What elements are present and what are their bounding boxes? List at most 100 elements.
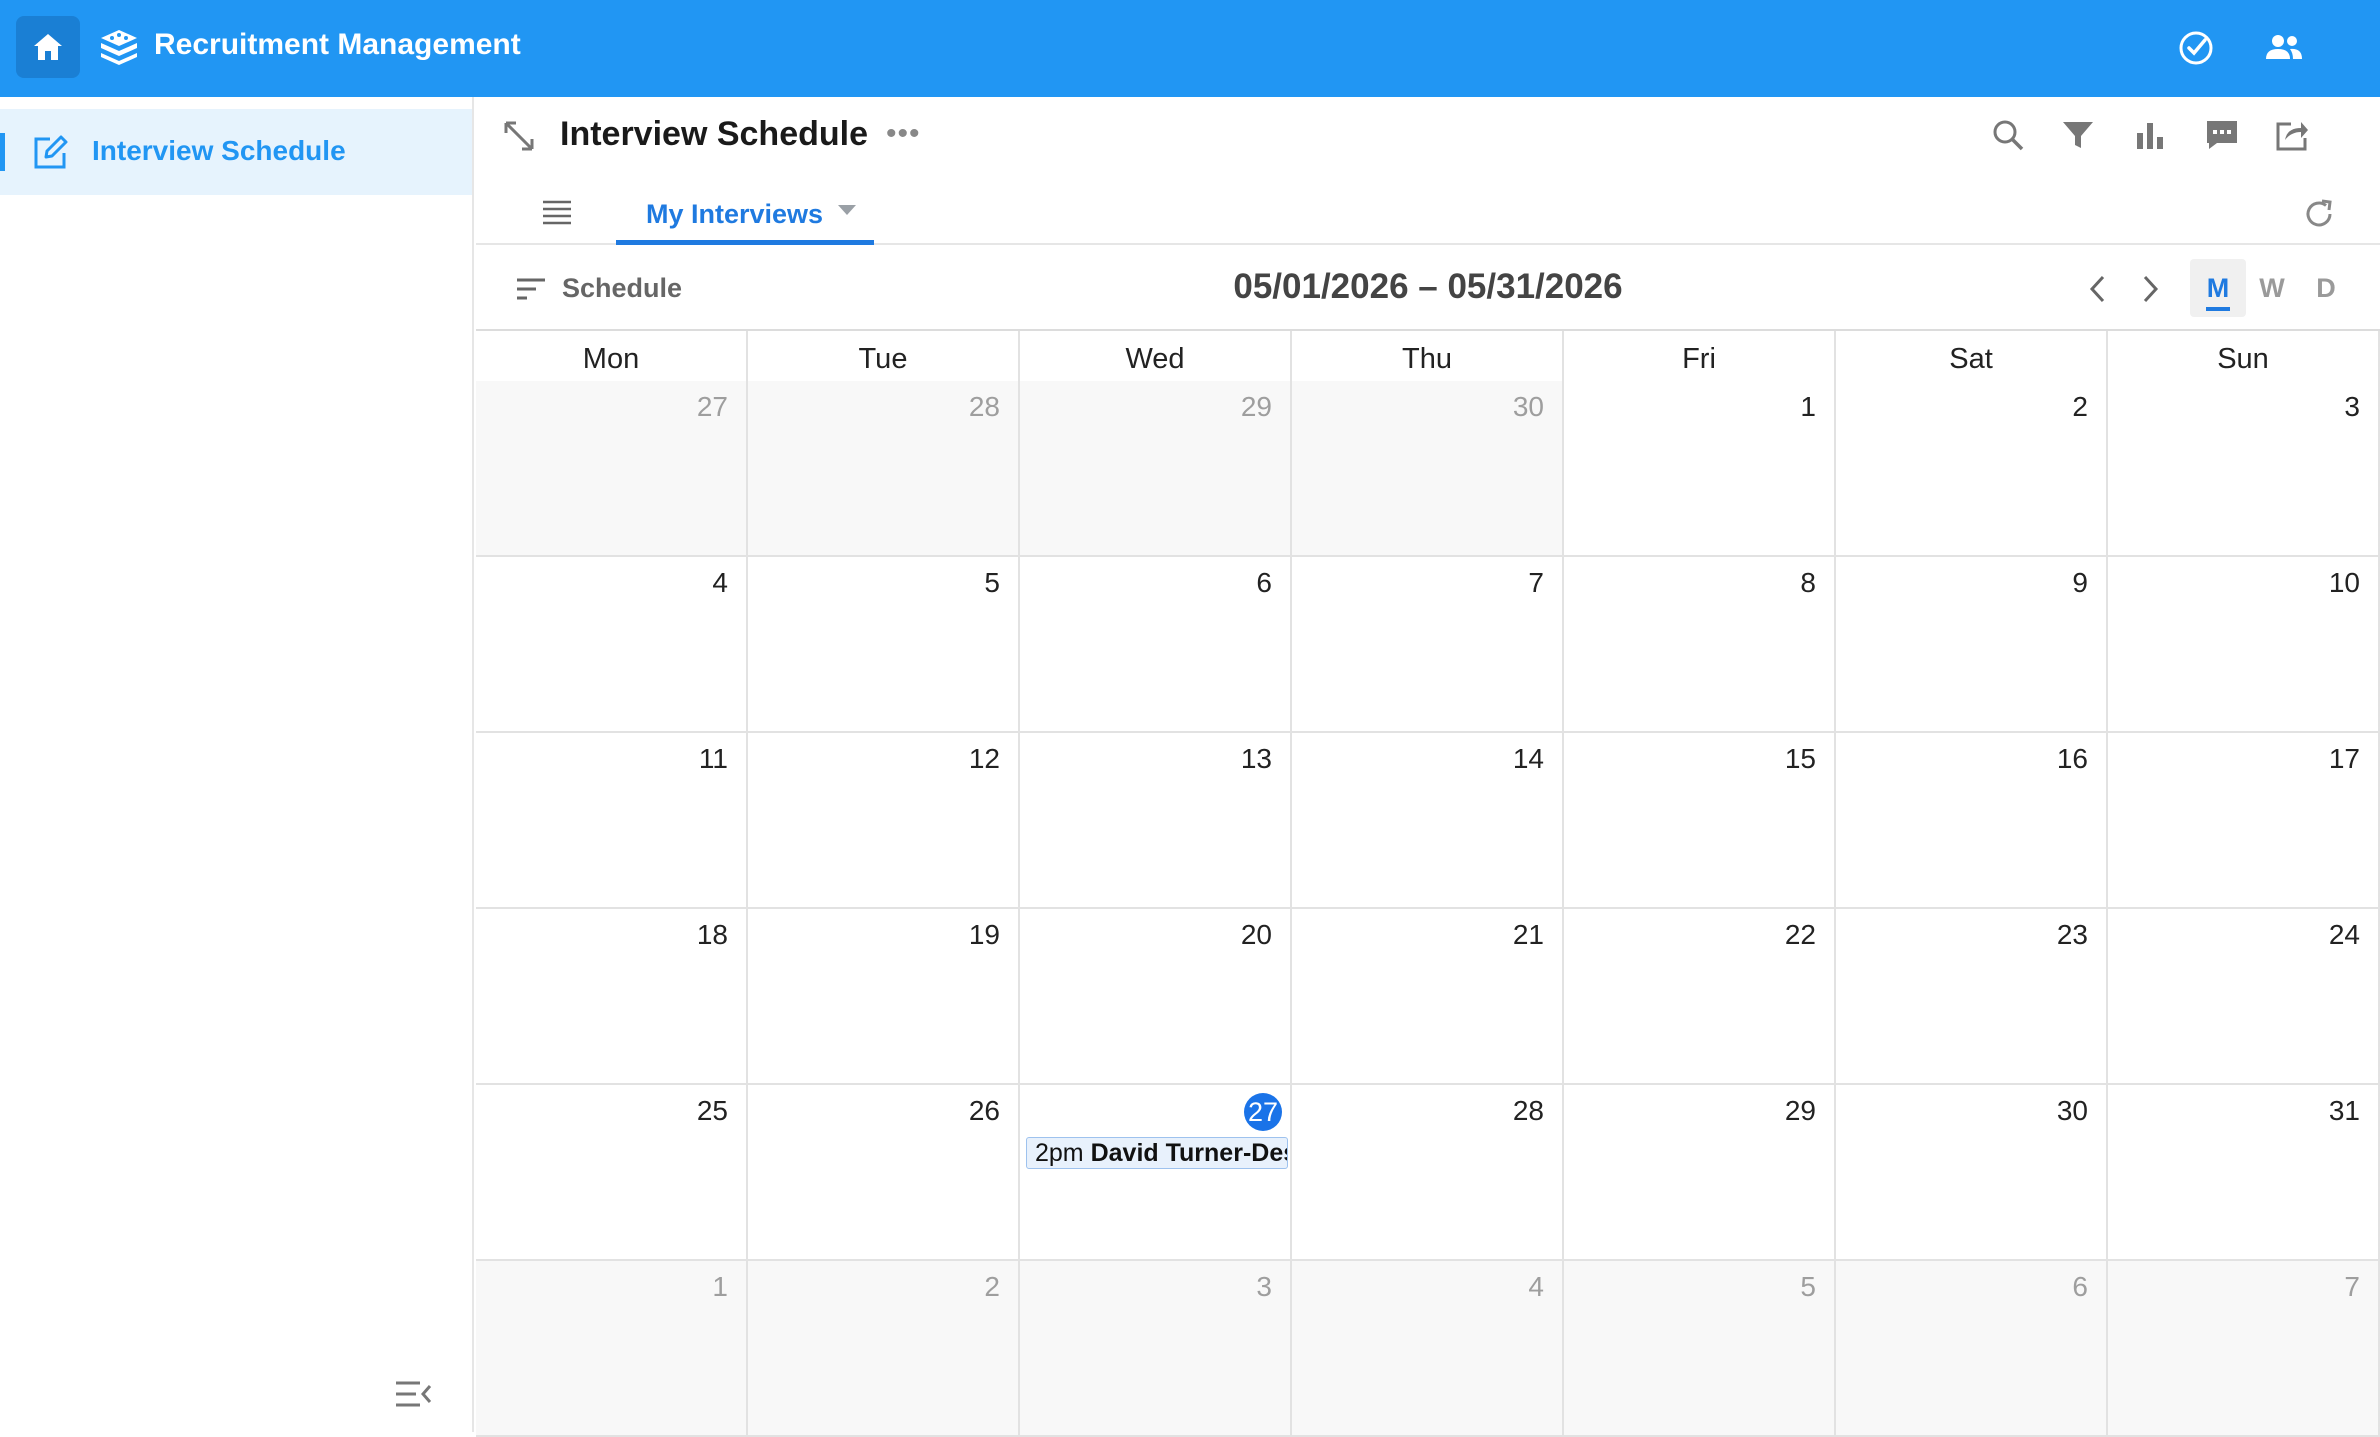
- day-cell[interactable]: 17: [2108, 733, 2380, 909]
- day-cell[interactable]: 4: [476, 557, 748, 733]
- day-cell[interactable]: 18: [476, 909, 748, 1085]
- chevron-right-icon[interactable]: [2132, 269, 2168, 309]
- sort-icon[interactable]: [516, 277, 546, 301]
- month-calendar: Mon Tue Wed Thu Fri Sat Sun 27 28 29 30 1 2 3 4 5 6 7 8 9 1…: [476, 331, 2380, 1437]
- day-cell[interactable]: 2: [748, 1261, 1020, 1437]
- tab-my-interviews[interactable]: My Interviews: [616, 181, 874, 245]
- day-cell[interactable]: 28: [748, 381, 1020, 557]
- day-cell[interactable]: 11: [476, 733, 748, 909]
- day-cell[interactable]: 30: [1292, 381, 1564, 557]
- comment-icon[interactable]: [2202, 115, 2242, 155]
- day-cell[interactable]: 16: [1836, 733, 2108, 909]
- chart-icon[interactable]: [2130, 115, 2170, 155]
- weekday-label: Wed: [1020, 331, 1292, 381]
- day-cell[interactable]: 29: [1020, 381, 1292, 557]
- day-cell[interactable]: 28: [1292, 1085, 1564, 1261]
- day-cell[interactable]: 7: [1292, 557, 1564, 733]
- calendar-event[interactable]: 2pm David Turner-Des: [1026, 1137, 1288, 1169]
- date-number: 23: [2056, 919, 2088, 950]
- day-cell[interactable]: 19: [748, 909, 1020, 1085]
- search-icon[interactable]: [1988, 115, 2028, 155]
- list-icon[interactable]: [542, 199, 572, 225]
- date-number: 17: [2328, 743, 2360, 774]
- day-cell[interactable]: 20: [1020, 909, 1292, 1085]
- day-cell[interactable]: 31: [2108, 1085, 2380, 1261]
- day-cell[interactable]: 1: [476, 1261, 748, 1437]
- day-cell[interactable]: 4: [1292, 1261, 1564, 1437]
- day-cell[interactable]: 21: [1292, 909, 1564, 1085]
- view-tabs: My Interviews: [476, 181, 2380, 245]
- date-number: 28: [968, 391, 1000, 422]
- day-cell[interactable]: 25: [476, 1085, 748, 1261]
- sidebar-item-interview-schedule[interactable]: Interview Schedule: [0, 109, 472, 195]
- more-options-icon[interactable]: •••: [886, 117, 921, 151]
- main-panel: Interview Schedule ••• My Interviews Sch…: [476, 97, 2380, 1437]
- weekday-label: Sat: [1836, 331, 2108, 381]
- today-date-number: 27: [1244, 1093, 1282, 1131]
- date-number: 8: [1800, 567, 1816, 598]
- event-time: 2pm: [1035, 1139, 1084, 1167]
- event-title: David Turner-Des: [1090, 1139, 1288, 1167]
- home-icon: [34, 34, 62, 60]
- home-button[interactable]: [16, 16, 80, 78]
- date-number: 2: [2072, 391, 2088, 422]
- date-number: 9: [2072, 567, 2088, 598]
- active-indicator: [0, 133, 5, 171]
- collapse-sidebar-icon[interactable]: [394, 1377, 432, 1411]
- day-cell[interactable]: 5: [1564, 1261, 1836, 1437]
- month-view-button[interactable]: M: [2190, 259, 2246, 317]
- users-icon[interactable]: [2262, 26, 2306, 70]
- date-number: 26: [968, 1095, 1000, 1126]
- day-cell[interactable]: 12: [748, 733, 1020, 909]
- day-cell[interactable]: 2: [1836, 381, 2108, 557]
- day-cell[interactable]: 3: [1020, 1261, 1292, 1437]
- day-cell[interactable]: 23: [1836, 909, 2108, 1085]
- day-cell[interactable]: 29: [1564, 1085, 1836, 1261]
- day-cell[interactable]: 9: [1836, 557, 2108, 733]
- day-view-button[interactable]: D: [2298, 259, 2354, 317]
- day-cell[interactable]: 14: [1292, 733, 1564, 909]
- date-number: 5: [984, 567, 1000, 598]
- week-view-label: W: [2259, 272, 2285, 303]
- schedule-label[interactable]: Schedule: [562, 273, 682, 304]
- calendar-toolbar: Schedule 05/01/2026 – 05/31/2026 M W D: [476, 245, 2380, 331]
- date-number: 13: [1240, 743, 1272, 774]
- tasks-icon[interactable]: [2174, 26, 2218, 70]
- day-cell[interactable]: 8: [1564, 557, 1836, 733]
- filter-icon[interactable]: [2058, 115, 2098, 155]
- day-cell[interactable]: 6: [1020, 557, 1292, 733]
- day-cell[interactable]: 6: [1836, 1261, 2108, 1437]
- day-cell[interactable]: 7: [2108, 1261, 2380, 1437]
- date-number: 20: [1240, 919, 1272, 950]
- share-icon[interactable]: [2272, 115, 2312, 155]
- date-number: 2: [984, 1271, 1000, 1302]
- day-cell[interactable]: 15: [1564, 733, 1836, 909]
- day-cell[interactable]: 3: [2108, 381, 2380, 557]
- day-cell[interactable]: 30: [1836, 1085, 2108, 1261]
- date-number: 12: [968, 743, 1000, 774]
- week-view-button[interactable]: W: [2244, 259, 2300, 317]
- day-cell[interactable]: 27: [476, 381, 748, 557]
- day-cell[interactable]: 10: [2108, 557, 2380, 733]
- date-number: 30: [2056, 1095, 2088, 1126]
- date-number: 4: [1528, 1271, 1544, 1302]
- expand-icon[interactable]: [502, 119, 536, 153]
- day-cell[interactable]: 22: [1564, 909, 1836, 1085]
- page-title: Interview Schedule: [560, 115, 868, 153]
- date-number: 25: [696, 1095, 728, 1126]
- date-number: 18: [696, 919, 728, 950]
- date-number: 19: [968, 919, 1000, 950]
- day-cell[interactable]: 26: [748, 1085, 1020, 1261]
- chevron-down-icon[interactable]: [838, 205, 856, 215]
- edit-icon: [34, 135, 68, 169]
- day-cell[interactable]: 13: [1020, 733, 1292, 909]
- tab-label: My Interviews: [646, 199, 824, 229]
- day-cell[interactable]: 27 2pm David Turner-Des: [1020, 1085, 1292, 1261]
- day-cell[interactable]: 1: [1564, 381, 1836, 557]
- weekday-label: Sun: [2108, 331, 2380, 381]
- chevron-left-icon[interactable]: [2080, 269, 2116, 309]
- weekday-header: Mon Tue Wed Thu Fri Sat Sun: [476, 331, 2380, 381]
- refresh-icon[interactable]: [2302, 197, 2336, 231]
- day-cell[interactable]: 5: [748, 557, 1020, 733]
- day-cell[interactable]: 24: [2108, 909, 2380, 1085]
